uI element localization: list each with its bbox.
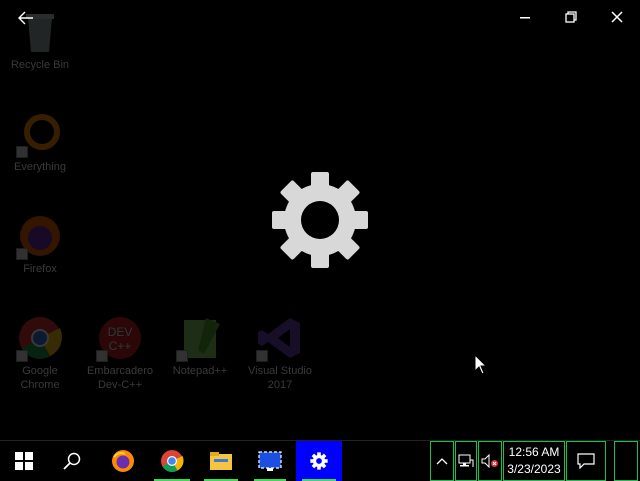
shortcut-arrow-icon [16,248,28,260]
network-tray-button[interactable] [455,441,477,481]
desktop-icon-everything[interactable]: Everything [0,110,80,174]
taskbar-firefox[interactable] [100,441,146,481]
desktop: Recycle Bin Everything Firefox Google Ch… [0,0,640,440]
desktop-icon-label-line1: Visual Studio [247,365,312,377]
remote-desktop-icon [258,451,282,471]
volume-tray-button[interactable] [478,441,502,481]
taskbar-chrome[interactable] [148,441,196,481]
show-desktop-button[interactable] [614,441,638,481]
taskbar: 12:56 AM 3/23/2023 [0,440,640,481]
svg-text:C++: C++ [109,339,132,353]
file-explorer-icon [210,452,232,470]
desktop-icon-label: Notepad++ [172,365,228,377]
shortcut-arrow-icon [16,350,28,362]
firefox-icon [112,450,134,472]
desktop-icon-label-line1: Google [22,365,58,377]
show-hidden-icons-button[interactable] [430,441,454,481]
desktop-icon-label: Firefox [23,263,57,275]
restore-icon [565,11,577,23]
shortcut-arrow-icon [16,146,28,158]
taskbar-remote-desktop[interactable] [248,441,292,481]
desktop-icon-label: Recycle Bin [10,59,70,71]
everything-icon [16,110,64,158]
desktop-icon-label-line2: Chrome [20,379,60,391]
firefox-icon [16,212,64,260]
clock-time: 12:56 AM [508,445,560,459]
shortcut-arrow-icon [176,350,188,362]
restore-button[interactable] [548,0,594,34]
start-button[interactable] [0,441,48,481]
desktop-icon-notepad-plus-plus[interactable]: Notepad++ [160,314,240,378]
desktop-icon-label: Everything [14,161,66,173]
start-icon [15,452,33,470]
desktop-icon-dev-cpp[interactable]: DEV C++ Embarcadero Dev-C++ [80,314,160,392]
desktop-icon-visual-studio-2017[interactable]: Visual Studio 2017 [240,314,320,392]
search-button[interactable] [48,441,96,481]
action-center-button[interactable] [566,441,606,481]
search-icon [63,452,81,470]
desktop-icon-google-chrome[interactable]: Google Chrome [0,314,80,392]
desktop-icon-label-line2: 2017 [267,379,293,391]
back-arrow-icon [18,11,33,25]
network-icon [458,454,474,467]
chevron-up-icon [436,458,448,465]
settings-icon [310,452,328,470]
notepadpp-icon [176,314,224,362]
gear-icon [270,170,370,270]
close-button[interactable] [594,0,640,34]
desktop-icon-label-line1: Embarcadero [86,365,154,377]
minimize-button[interactable] [502,0,548,34]
chrome-icon [161,450,184,472]
minimize-icon [520,17,530,19]
volume-muted-icon [481,454,498,468]
close-icon [611,11,623,23]
desktop-icon-label-line2: Dev-C++ [97,379,143,391]
window-controls [502,0,640,34]
back-button[interactable] [12,6,40,30]
shortcut-arrow-icon [256,350,268,362]
svg-text:DEV: DEV [108,325,133,339]
clock-date: 3/23/2023 [507,462,561,476]
taskbar-file-explorer[interactable] [198,441,244,481]
shortcut-arrow-icon [96,350,108,362]
mouse-cursor-icon [474,353,488,376]
visual-studio-icon [256,314,304,362]
taskbar-settings[interactable] [296,441,342,481]
notification-icon [577,453,595,469]
clock-button[interactable]: 12:56 AM 3/23/2023 [503,441,565,481]
chrome-icon [16,314,64,362]
desktop-icon-firefox[interactable]: Firefox [0,212,80,276]
devcpp-icon: DEV C++ [96,314,144,362]
